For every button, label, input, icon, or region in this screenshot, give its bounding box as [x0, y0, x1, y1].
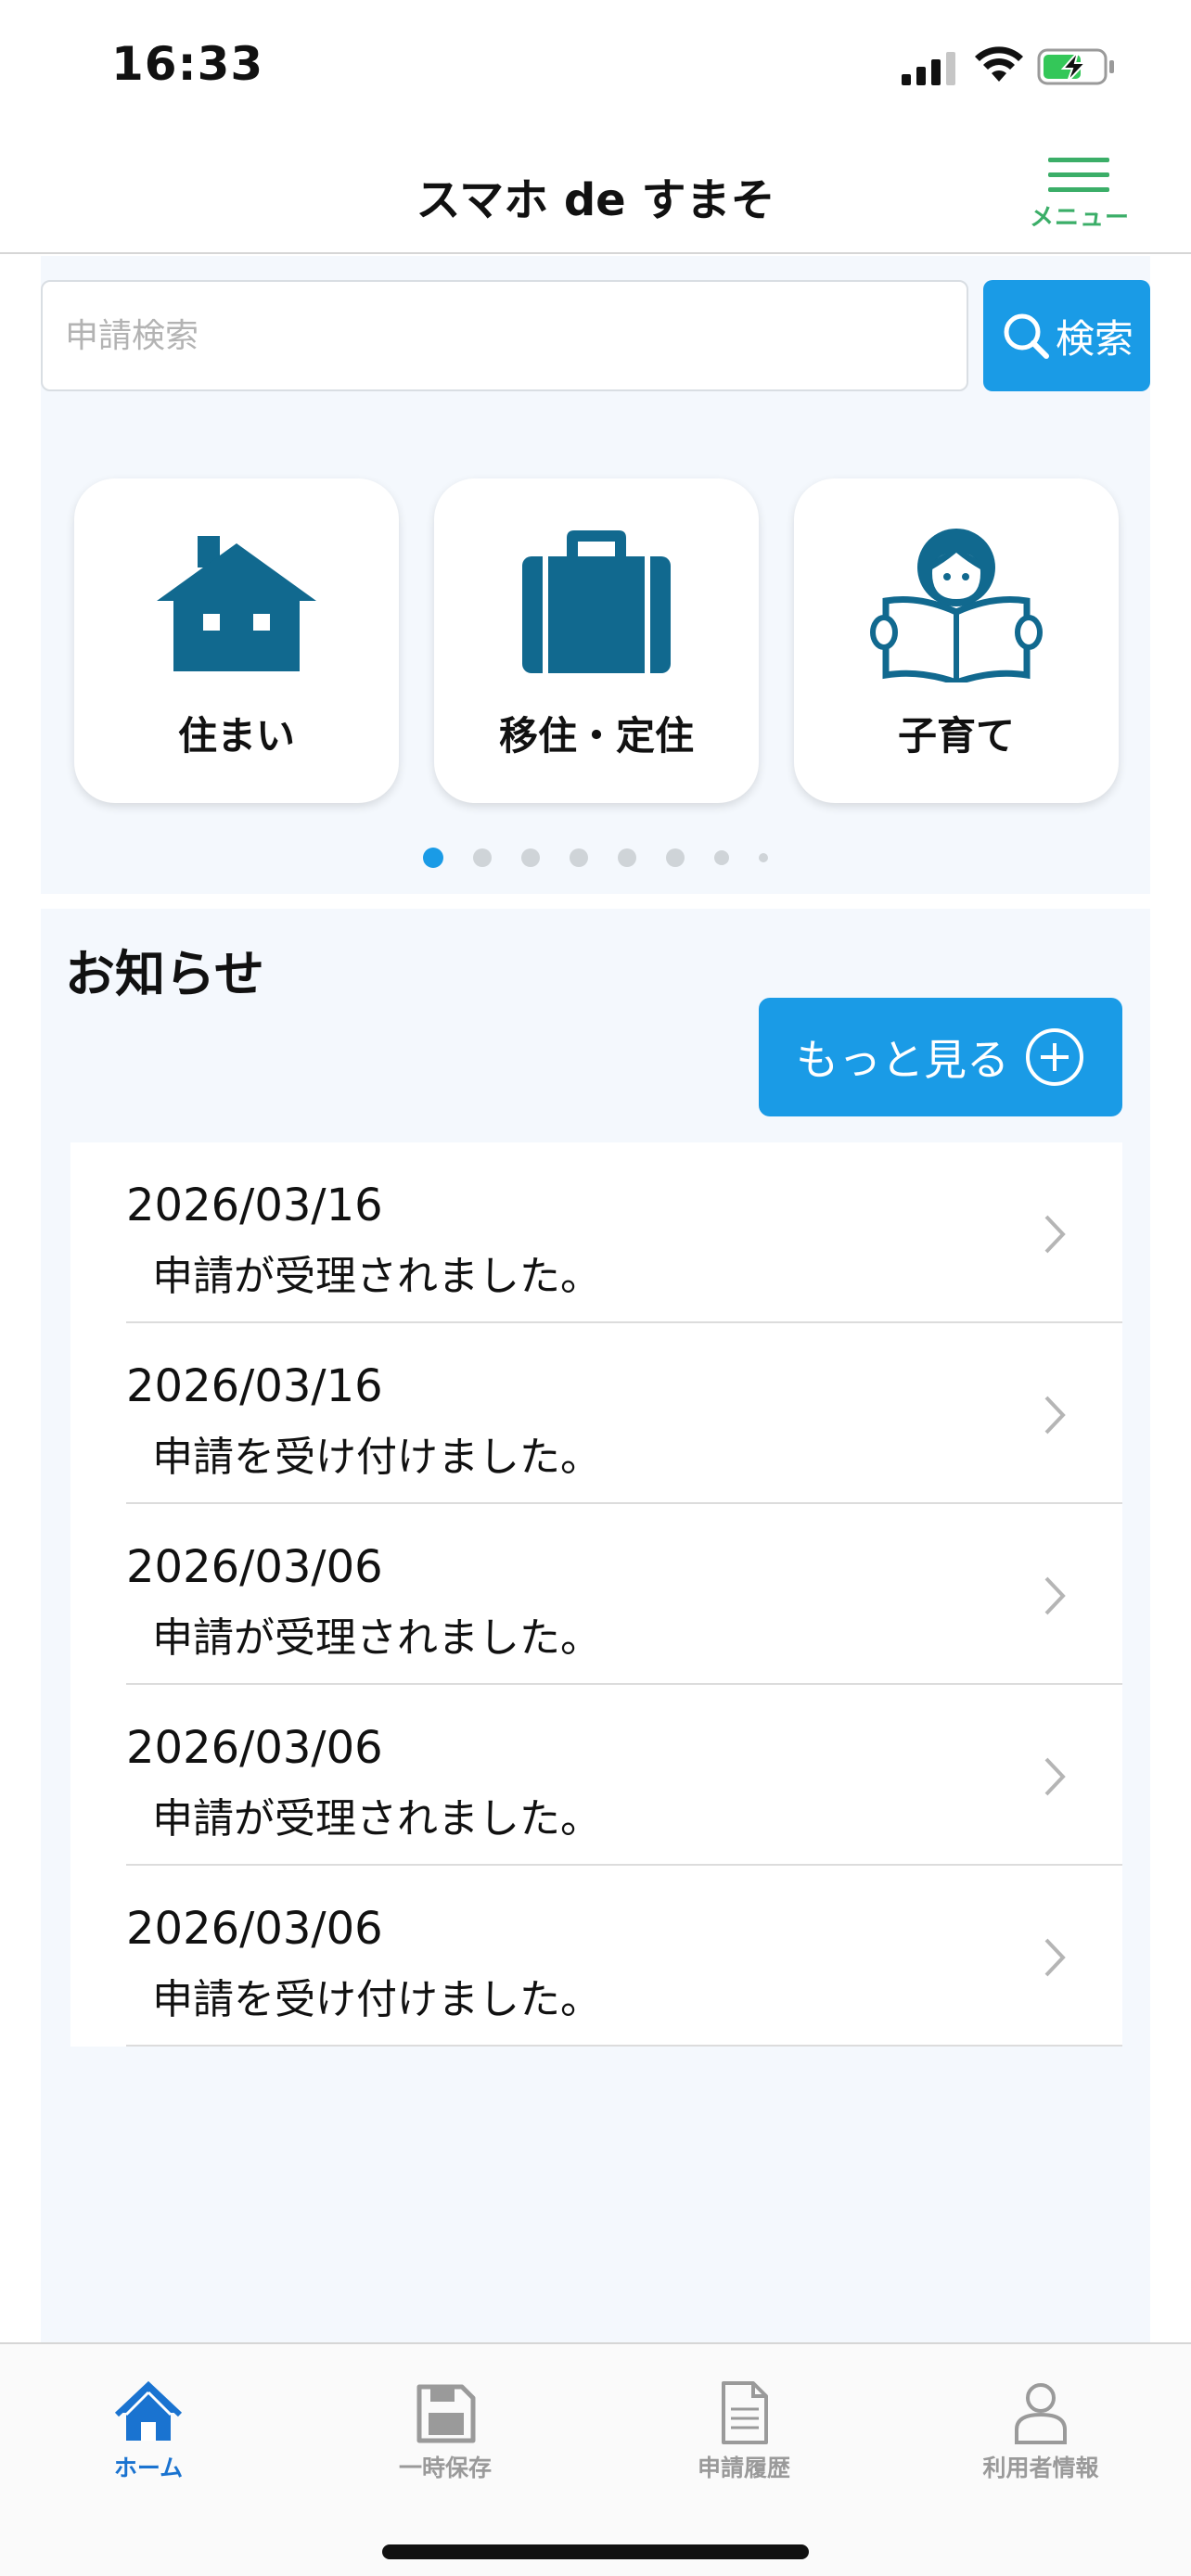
tab-label: 一時保存 [398, 2455, 492, 2481]
news-date: 2026/03/06 [126, 1541, 383, 1593]
carousel-dot[interactable] [666, 848, 685, 867]
news-date: 2026/03/06 [126, 1722, 383, 1774]
status-time: 16:33 [111, 37, 264, 91]
news-date: 2026/03/16 [126, 1180, 383, 1231]
chevron-right-icon [1044, 1576, 1066, 1615]
carousel-pagination[interactable] [41, 844, 1150, 872]
tab-history[interactable]: 申請履歴 [642, 2379, 846, 2491]
category-label: 子育て [897, 713, 1015, 759]
tab-user-info[interactable]: 利用者情報 [939, 2379, 1143, 2491]
tab-drafts[interactable]: 一時保存 [343, 2379, 547, 2491]
category-card-childcare[interactable]: 子育て [794, 478, 1119, 803]
wifi-icon [975, 46, 1023, 82]
news-item[interactable]: 2026/03/06 申請が受理されました。 [70, 1504, 1122, 1685]
search-button[interactable]: 検索 [983, 280, 1150, 391]
plus-circle-icon [1026, 1028, 1083, 1086]
news-item[interactable]: 2026/03/16 申請が受理されました。 [70, 1142, 1122, 1323]
main-content[interactable]: 検索 住まい 移住・定住 [41, 256, 1150, 2342]
bottom-tab-bar: ホーム 一時保存 申請履歴 利用者情報 [0, 2342, 1191, 2576]
tab-label: 申請履歴 [697, 2455, 790, 2481]
search-input[interactable] [41, 280, 968, 391]
cellular-signal-icon [902, 52, 955, 85]
see-more-button[interactable]: もっと見る [759, 998, 1122, 1116]
save-icon [416, 2384, 476, 2443]
chevron-right-icon [1044, 1938, 1066, 1977]
briefcase-icon [522, 530, 671, 673]
user-icon [1015, 2383, 1067, 2444]
carousel-dot[interactable] [570, 848, 588, 867]
menu-label: メニュー [1029, 204, 1130, 232]
news-text: 申請を受け付けました。 [152, 1434, 601, 1481]
category-label: 移住・定住 [498, 713, 694, 759]
document-icon [722, 2381, 768, 2444]
news-text: 申請を受け付けました。 [152, 1976, 601, 2023]
see-more-label: もっと見る [796, 1035, 1009, 1085]
category-card-relocation[interactable]: 移住・定住 [434, 478, 759, 803]
section-divider [41, 894, 1150, 909]
hamburger-icon [1048, 158, 1109, 192]
news-text: 申請が受理されました。 [152, 1795, 601, 1843]
news-text: 申請が受理されました。 [152, 1253, 601, 1300]
page-title: スマホ de すまそ [416, 174, 775, 226]
list-divider [126, 2045, 1122, 2047]
menu-button[interactable]: メニュー [1026, 152, 1133, 237]
status-bar: 16:33 [0, 0, 1191, 130]
home-icon [115, 2380, 182, 2441]
chevron-right-icon [1044, 1396, 1066, 1435]
category-carousel[interactable]: 住まい 移住・定住 子育て [74, 478, 1122, 803]
carousel-dot[interactable] [618, 848, 636, 867]
news-text: 申請が受理されました。 [152, 1614, 601, 1662]
search-icon [1004, 313, 1049, 359]
tab-label: ホーム [113, 2455, 184, 2481]
search-bar: 検索 [41, 280, 1150, 393]
carousel-dot[interactable] [473, 848, 492, 867]
carousel-dot[interactable] [521, 848, 540, 867]
category-label: 住まい [177, 713, 295, 759]
news-heading: お知らせ [65, 945, 264, 1003]
child-reading-icon [870, 529, 1043, 682]
category-card-housing[interactable]: 住まい [74, 478, 399, 803]
news-item[interactable]: 2026/03/06 申請が受理されました。 [70, 1685, 1122, 1866]
carousel-dot[interactable] [714, 850, 729, 865]
news-list: 2026/03/16 申請が受理されました。 2026/03/16 申請を受け付… [70, 1142, 1122, 2047]
house-icon [157, 536, 316, 671]
carousel-dot[interactable] [759, 853, 768, 862]
tab-label: 利用者情報 [982, 2455, 1099, 2481]
chevron-right-icon [1044, 1757, 1066, 1796]
news-item[interactable]: 2026/03/06 申請を受け付けました。 [70, 1866, 1122, 2047]
search-button-label: 検索 [1055, 315, 1133, 362]
news-item[interactable]: 2026/03/16 申請を受け付けました。 [70, 1323, 1122, 1504]
tab-home[interactable]: ホーム [46, 2379, 250, 2491]
battery-charging-icon [1037, 48, 1114, 85]
news-date: 2026/03/16 [126, 1360, 383, 1412]
app-header: スマホ de すまそ メニュー [0, 130, 1191, 254]
news-date: 2026/03/06 [126, 1903, 383, 1955]
chevron-right-icon [1044, 1215, 1066, 1254]
home-indicator[interactable] [382, 2544, 809, 2559]
carousel-dot[interactable] [423, 848, 443, 868]
